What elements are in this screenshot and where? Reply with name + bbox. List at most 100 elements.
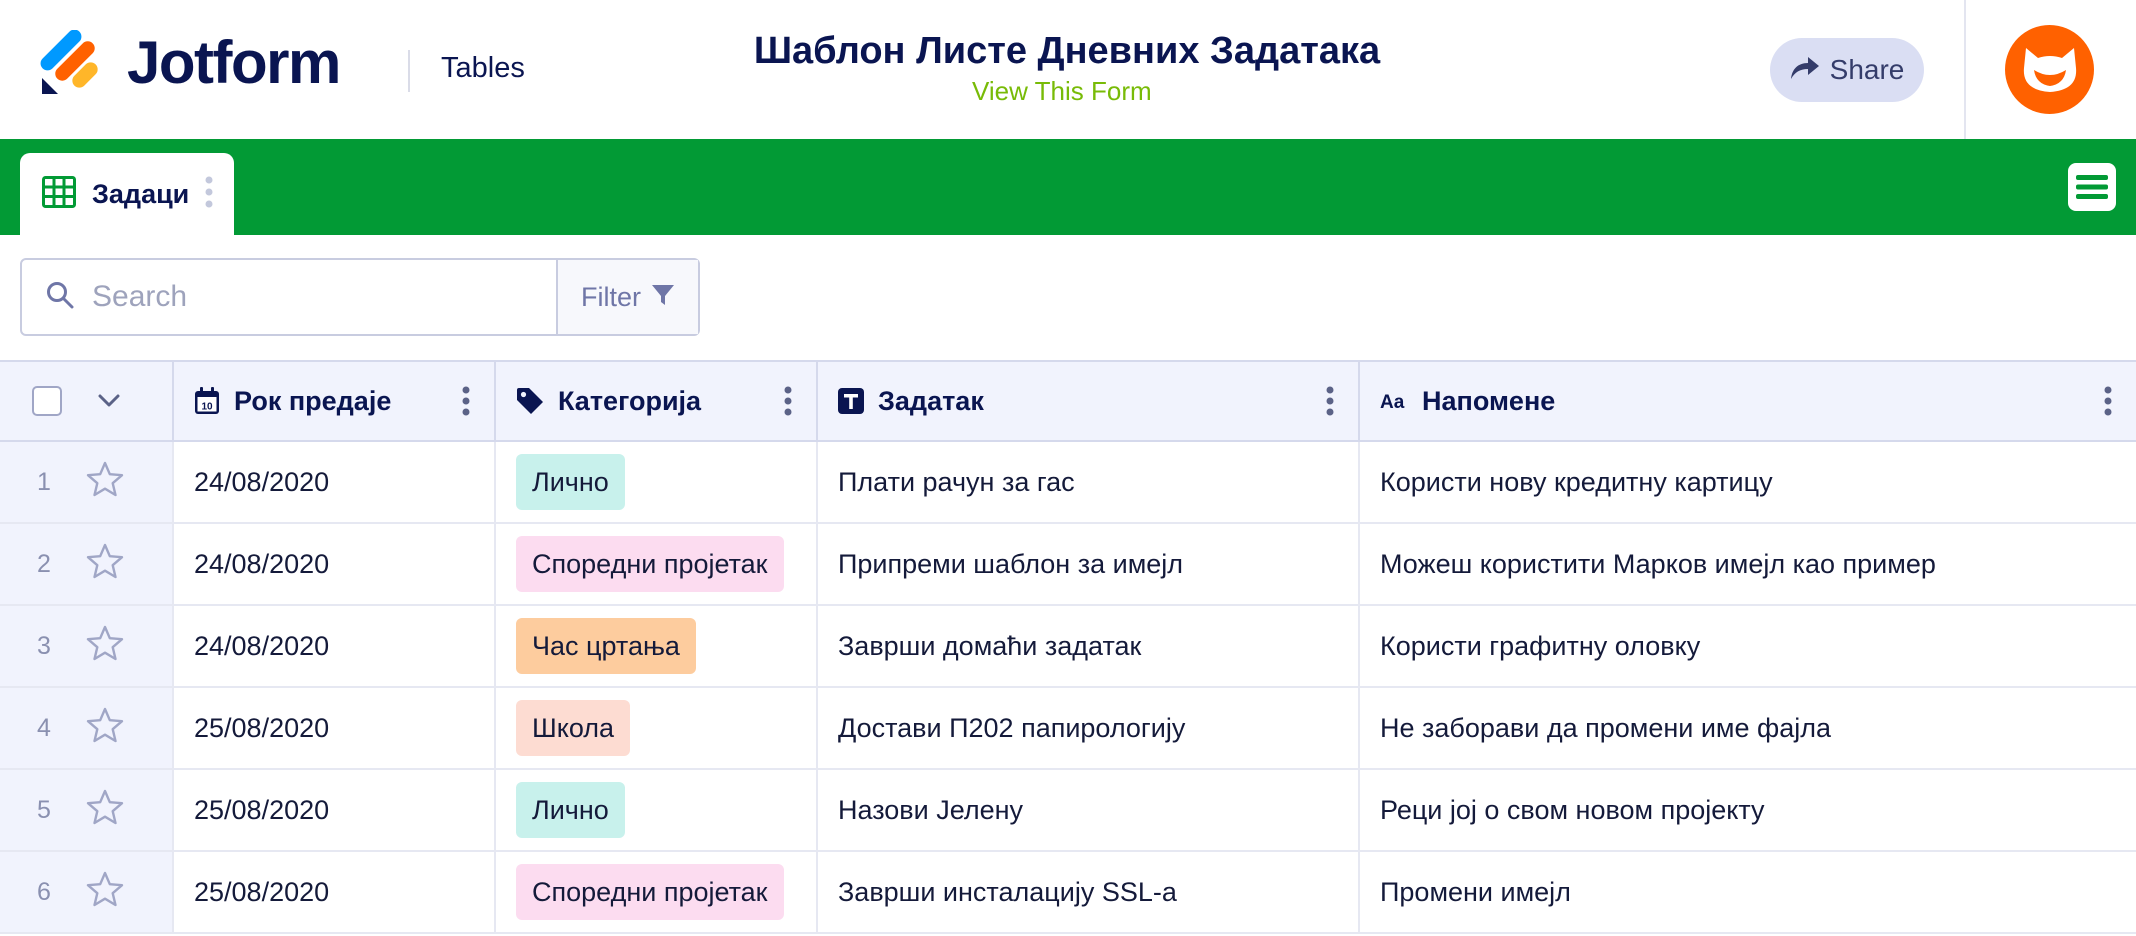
- due-date-cell[interactable]: 25/08/2020: [174, 688, 496, 768]
- filter-label: Filter: [581, 281, 641, 312]
- app-header: Jotform Tables Шаблон Листе Дневних Зада…: [0, 0, 2136, 139]
- notes-value: Користи нову кредитну картицу: [1380, 466, 1773, 497]
- column-label: Напомене: [1422, 385, 1556, 416]
- tag-icon: [516, 387, 544, 415]
- star-icon[interactable]: [86, 871, 124, 914]
- notes-cell[interactable]: Реци јој о свом новом пројекту: [1360, 770, 2136, 850]
- task-cell[interactable]: Достави П202 папирологију: [818, 688, 1360, 768]
- category-cell[interactable]: Лично: [496, 442, 818, 522]
- due-date-cell[interactable]: 24/08/2020: [174, 442, 496, 522]
- table-header: 10 Рок предаје Категорија Задатак Aa Нап…: [0, 360, 2136, 442]
- due-date-cell[interactable]: 24/08/2020: [174, 606, 496, 686]
- task-value: Достави П202 папирологију: [838, 712, 1186, 743]
- table-row[interactable]: 2 24/08/2020 Споредни пројетак Припреми …: [0, 524, 2136, 606]
- notes-cell[interactable]: Промени имејл: [1360, 852, 2136, 932]
- task-value: Назови Јелену: [838, 794, 1024, 825]
- column-header-category[interactable]: Категорија: [496, 362, 818, 440]
- column-options-icon[interactable]: [2104, 386, 2112, 421]
- search-bar: Filter: [20, 258, 700, 336]
- due-date-cell[interactable]: 25/08/2020: [174, 770, 496, 850]
- row-number: 2: [37, 549, 51, 578]
- due-date-value: 25/08/2020: [194, 794, 330, 825]
- aa-text-icon: Aa: [1380, 391, 1408, 411]
- column-options-icon[interactable]: [784, 386, 792, 421]
- column-options-icon[interactable]: [1326, 386, 1334, 421]
- row-number: 3: [37, 631, 51, 660]
- task-cell[interactable]: Припреми шаблон за имејл: [818, 524, 1360, 604]
- task-cell[interactable]: Заврши инсталацију SSL-а: [818, 852, 1360, 932]
- column-header-notes[interactable]: Aa Напомене: [1360, 362, 2136, 440]
- task-value: Заврши инсталацију SSL-а: [838, 876, 1177, 907]
- task-value: Припреми шаблон за имејл: [838, 548, 1184, 579]
- notes-value: Можеш користити Марков имејл као пример: [1380, 548, 1936, 579]
- star-icon[interactable]: [86, 707, 124, 750]
- view-form-link[interactable]: View This Form: [972, 76, 1152, 107]
- task-value: Плати рачун за гас: [838, 466, 1075, 497]
- star-icon[interactable]: [86, 461, 124, 504]
- row-number: 5: [37, 795, 51, 824]
- due-date-value: 24/08/2020: [194, 630, 330, 661]
- task-cell[interactable]: Плати рачун за гас: [818, 442, 1360, 522]
- header-divider: [1964, 0, 1966, 139]
- filter-funnel-icon: [651, 283, 675, 312]
- chevron-down-icon[interactable]: [98, 394, 120, 408]
- due-date-value: 25/08/2020: [194, 712, 330, 743]
- star-icon[interactable]: [86, 543, 124, 586]
- task-cell[interactable]: Назови Јелену: [818, 770, 1360, 850]
- svg-text:Aa: Aa: [1380, 392, 1405, 411]
- star-icon[interactable]: [86, 789, 124, 832]
- search-icon: [46, 281, 74, 314]
- due-date-cell[interactable]: 25/08/2020: [174, 852, 496, 932]
- row-number-cell: 5: [0, 770, 174, 850]
- column-label: Категорија: [558, 385, 702, 416]
- category-cell[interactable]: Споредни пројетак: [496, 524, 818, 604]
- table-row[interactable]: 4 25/08/2020 Школа Достави П202 папироло…: [0, 688, 2136, 770]
- share-arrow-icon: [1790, 55, 1820, 86]
- category-cell[interactable]: Школа: [496, 688, 818, 768]
- search-field[interactable]: [22, 260, 558, 334]
- category-cell[interactable]: Споредни пројетак: [496, 852, 818, 932]
- user-avatar[interactable]: [2005, 25, 2094, 114]
- select-all-column: [0, 362, 174, 440]
- due-date-value: 25/08/2020: [194, 876, 330, 907]
- share-button[interactable]: Share: [1770, 38, 1924, 102]
- category-cell[interactable]: Лично: [496, 770, 818, 850]
- column-options-icon[interactable]: [462, 386, 470, 421]
- table-grid-icon: [42, 175, 76, 213]
- filter-button[interactable]: Filter: [558, 260, 698, 334]
- notes-value: Не заборави да промени име фајла: [1380, 712, 1832, 743]
- hamburger-icon: [2076, 175, 2108, 199]
- table-row[interactable]: 3 24/08/2020 Час цртања Заврши домаћи за…: [0, 606, 2136, 688]
- task-value: Заврши домаћи задатак: [838, 630, 1142, 661]
- category-tag: Лично: [516, 782, 625, 838]
- tab-bar: Задаци: [0, 139, 2136, 235]
- notes-cell[interactable]: Користи нову кредитну картицу: [1360, 442, 2136, 522]
- notes-cell[interactable]: Користи графитну оловку: [1360, 606, 2136, 686]
- due-date-cell[interactable]: 24/08/2020: [174, 524, 496, 604]
- row-number: 1: [37, 467, 51, 496]
- column-label: Рок предаје: [234, 385, 392, 416]
- menu-button[interactable]: [2068, 163, 2116, 211]
- row-number-cell: 1: [0, 442, 174, 522]
- search-input[interactable]: [90, 279, 514, 315]
- column-label: Задатак: [878, 385, 984, 416]
- table-row[interactable]: 6 25/08/2020 Споредни пројетак Заврши ин…: [0, 852, 2136, 934]
- tab-zadaci[interactable]: Задаци: [20, 153, 234, 235]
- row-number-cell: 6: [0, 852, 174, 932]
- column-header-task[interactable]: Задатак: [818, 362, 1360, 440]
- row-number-cell: 3: [0, 606, 174, 686]
- notes-value: Реци јој о свом новом пројекту: [1380, 794, 1765, 825]
- column-header-due-date[interactable]: 10 Рок предаје: [174, 362, 496, 440]
- due-date-value: 24/08/2020: [194, 466, 330, 497]
- tab-label: Задаци: [92, 178, 190, 209]
- notes-cell[interactable]: Можеш користити Марков имејл као пример: [1360, 524, 2136, 604]
- row-number: 4: [37, 713, 51, 742]
- table-row[interactable]: 1 24/08/2020 Лично Плати рачун за гас Ко…: [0, 442, 2136, 524]
- star-icon[interactable]: [86, 625, 124, 668]
- notes-cell[interactable]: Не заборави да промени име фајла: [1360, 688, 2136, 768]
- task-cell[interactable]: Заврши домаћи задатак: [818, 606, 1360, 686]
- select-all-checkbox[interactable]: [32, 386, 62, 416]
- table-row[interactable]: 5 25/08/2020 Лично Назови Јелену Реци јо…: [0, 770, 2136, 852]
- tab-options-icon[interactable]: [205, 176, 213, 213]
- category-cell[interactable]: Час цртања: [496, 606, 818, 686]
